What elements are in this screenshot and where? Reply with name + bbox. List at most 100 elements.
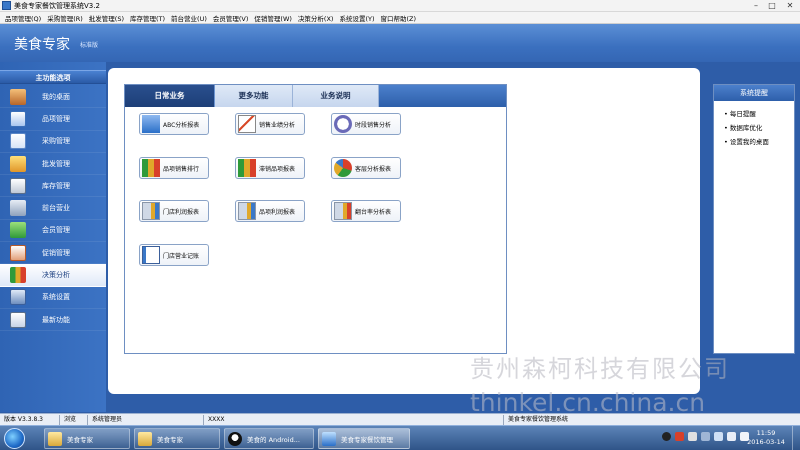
abc-check-icon [142,115,160,133]
close-button[interactable]: ✕ [780,0,800,12]
button-label: 客层分析报表 [355,165,392,173]
reminder-label: 数据库优化 [729,124,763,132]
menu-item-members[interactable]: 会员管理(V) [210,13,252,23]
status-user: 系统管理员 [88,414,204,425]
minimize-button[interactable]: – [748,0,764,12]
menu-item-front-desk[interactable]: 前台营业(U) [168,13,210,23]
button-label: 品项利润报表 [259,208,296,216]
sidebar-item-items[interactable]: 品项管理 [0,108,106,131]
customer-segment-report-button[interactable]: 客层分析报表 [331,157,401,179]
reminder-item-db-optimize[interactable]: • 数据库优化 [724,121,794,135]
reminder-item-desktop-setup[interactable]: • 设置我的桌面 [724,135,794,149]
taskbar-label: 美食专家 [67,435,93,444]
bar-chart-icon [238,159,256,177]
sales-performance-button[interactable]: 销售业绩分析 [235,113,305,135]
menu-item-window-help[interactable]: 窗口帮助(Z) [378,13,420,23]
cart-icon [10,200,26,217]
maximize-button[interactable]: □ [764,0,780,12]
start-button[interactable] [4,428,25,449]
sidebar-item-inventory[interactable]: 库存管理 [0,175,106,198]
menu-item-inventory[interactable]: 库存管理(T) [127,13,168,23]
app-icon [2,1,11,10]
status-version: 版本 V3.3.8.3 [0,414,60,425]
taskbar-clock[interactable]: 11:59 2016-03-14 [745,429,787,447]
taskbar: 美食专家 美食专家 美食的 Android... 美食专家餐饮管理 11:59 … [0,425,800,450]
bar-chart-icon [142,159,160,177]
taskbar-item-folder-2[interactable]: 美食专家 [134,428,220,449]
menu-item-promotion[interactable]: 促销管理(W) [251,13,295,23]
sidebar-item-label: 决策分析 [42,271,70,280]
folder-icon [48,431,62,446]
app-header: 美食专家 标准版 [0,24,800,62]
store-profit-report-button[interactable]: 门店利润报表 [139,200,209,222]
button-label: 时段销售分析 [355,121,392,129]
item-sales-ranking-button[interactable]: 品项销售排行 [139,157,209,179]
sidebar-item-settings[interactable]: 系统设置 [0,287,106,309]
clock-icon [334,115,352,133]
taskbar-item-app[interactable]: 美食专家餐饮管理 [318,428,410,449]
button-label: 品项销售排行 [163,165,200,173]
inventory-icon [10,177,26,194]
qq-tray-icon[interactable] [662,432,671,441]
button-label: 滞销品项报表 [259,165,296,173]
sidebar-item-desktop[interactable]: 我的桌面 [0,86,106,109]
sidebar-item-purchase[interactable]: 采购管理 [0,131,106,153]
new-features-icon [10,311,26,328]
system-tray [662,432,749,441]
signal-icon[interactable] [714,432,723,441]
item-profit-report-button[interactable]: 品项利润报表 [235,200,305,222]
sidebar: 主功能选项 我的桌面 品项管理 采购管理 批发管理 库存管理 前台营业 会员管理… [0,62,106,412]
purchase-icon [10,133,26,150]
show-desktop-button[interactable] [792,426,800,450]
items-icon [10,110,26,127]
sidebar-item-label: 最新功能 [42,315,70,324]
menu-item-items[interactable]: 品项管理(Q) [2,13,44,23]
tab-daily-business[interactable]: 日常业务 [125,85,215,107]
reminder-item-daily[interactable]: • 每日提醒 [724,107,794,121]
store-business-ledger-button[interactable]: 门店营业记账 [139,244,209,266]
taskbar-item-qq[interactable]: 美食的 Android... [224,428,314,449]
volume-icon[interactable] [727,432,736,441]
sidebar-item-label: 品项管理 [42,114,70,123]
sidebar-item-wholesale[interactable]: 批发管理 [0,153,106,176]
sidebar-item-members[interactable]: 会员管理 [0,220,106,243]
status-bar: 版本 V3.3.8.3 浏览 系统管理员 XXXX 美食专家餐饮管理系统 [0,413,800,425]
sidebar-item-front-desk[interactable]: 前台营业 [0,197,106,220]
tab-bar: 日常业务 更多功能 业务说明 [125,85,506,107]
table-turnover-report-button[interactable]: 翻台率分析表 [331,200,401,222]
period-sales-button[interactable]: 时段销售分析 [331,113,401,135]
network-icon[interactable] [675,432,684,441]
slow-items-report-button[interactable]: 滞销品项报表 [235,157,305,179]
sidebar-item-label: 库存管理 [42,181,70,190]
tab-more-functions[interactable]: 更多功能 [215,85,293,107]
tab-business-notes[interactable]: 业务说明 [293,85,379,107]
system-reminder-panel: 系统提醒 • 每日提醒 • 数据库优化 • 设置我的桌面 [713,84,795,354]
promotion-icon [10,244,26,261]
edition-label: 标准版 [80,42,99,49]
status-mode: 浏览 [60,414,88,425]
sidebar-item-new-features[interactable]: 最新功能 [0,309,106,332]
taskbar-label: 美食的 Android... [247,435,300,444]
status-app-name: 美食专家餐饮管理系统 [508,415,569,423]
taskbar-item-folder-1[interactable]: 美食专家 [44,428,130,449]
window-title: 美食专家餐饮管理系统V3.2 [14,1,100,10]
watermark-company: 贵州森柯科技有限公司 [470,355,730,383]
safety-icon[interactable] [688,432,697,441]
pie-chart-icon [334,159,352,177]
report-chart-icon [142,202,160,220]
display-icon[interactable] [701,432,710,441]
menu-item-wholesale[interactable]: 批发管理(S) [86,13,127,23]
menu-item-analysis[interactable]: 决策分析(X) [295,13,337,23]
app-window-icon [322,431,336,446]
menu-item-settings[interactable]: 系统设置(Y) [336,13,377,23]
sidebar-item-label: 系统设置 [42,293,70,302]
menu-item-purchase[interactable]: 采购管理(R) [44,13,86,23]
sidebar-item-label: 前台营业 [42,204,70,213]
sidebar-item-promotion[interactable]: 促销管理 [0,242,106,265]
status-store: XXXX [204,414,504,425]
menu-bar: 品项管理(Q) 采购管理(R) 批发管理(S) 库存管理(T) 前台营业(U) … [0,12,800,24]
settings-icon [10,289,26,306]
sidebar-item-analysis[interactable]: 决策分析 [0,264,106,287]
folder-icon [138,431,152,446]
abc-analysis-report-button[interactable]: ABC分析报表 [139,113,209,135]
